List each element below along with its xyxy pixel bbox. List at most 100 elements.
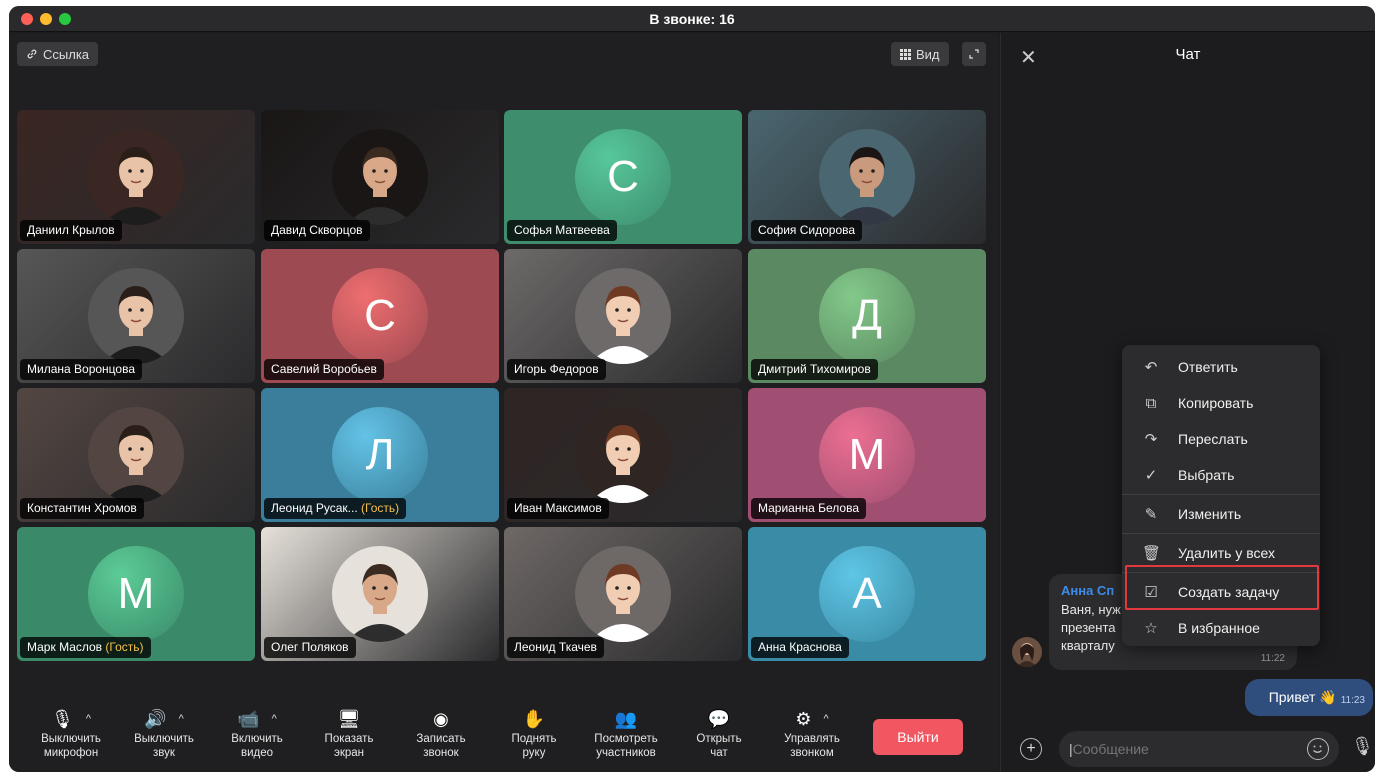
screen-label-2: экран (333, 747, 365, 759)
raise-hand-button[interactable]: ✋ Поднять руку (489, 706, 579, 760)
record-icon: ◉ (433, 709, 449, 729)
participant-name: София Сидорова (751, 220, 863, 241)
avatar-initial: С (332, 268, 428, 364)
minimize-window-button[interactable] (40, 13, 52, 25)
participant-tile[interactable]: Давид Скворцов (261, 110, 499, 244)
participant-name-text: Софья Матвеева (514, 223, 610, 237)
participant-name: Константин Хромов (20, 498, 144, 519)
participant-name: Софья Матвеева (507, 220, 617, 241)
chat-label-1: Открыть (696, 733, 742, 745)
participant-tile[interactable]: А Анна Краснова (748, 527, 986, 661)
reply-icon: ↶ (1144, 359, 1158, 376)
sound-toggle-button[interactable]: 🔊 ^ Выключить звук (119, 706, 209, 760)
participant-name-text: Давид Скворцов (271, 223, 363, 237)
menu-item-label: Переслать (1178, 431, 1248, 447)
chevron-up-icon[interactable]: ^ (179, 712, 184, 726)
manage-call-button[interactable]: ⚙ ^ Управлять звонком (767, 706, 857, 760)
participant-tile[interactable]: Леонид Ткачев (504, 527, 742, 661)
avatar-initial: Л (332, 407, 428, 503)
voice-message-icon[interactable]: 🎙 (1351, 736, 1374, 757)
record-label-2: звонок (423, 747, 459, 759)
trash-icon: 🗑 (1142, 545, 1162, 562)
menu-item-label: Удалить у всех (1178, 545, 1275, 561)
chat-title: Чат (1175, 46, 1201, 63)
participant-name-text: Леонид Русак... (271, 501, 358, 515)
chevron-up-icon[interactable]: ^ (823, 712, 828, 726)
avatar-initial: М (88, 546, 184, 642)
participant-name-text: Марк Маслов (27, 640, 103, 654)
sound-label-1: Выключить (134, 733, 194, 745)
chat-bubble-icon: 💬 (707, 709, 731, 729)
mic-label-1: Выключить (41, 733, 101, 745)
message-input-wrapper: | (1059, 731, 1339, 767)
outgoing-message[interactable]: Привет 👋 11:23 (1245, 679, 1373, 716)
record-button[interactable]: ◉ Записать звонок (396, 706, 486, 760)
hand-label-2: руку (522, 747, 546, 759)
avatar-initial: М (819, 407, 915, 503)
participant-tile[interactable]: Иван Максимов (504, 388, 742, 522)
members-label-1: Посмотреть (594, 733, 658, 745)
participant-name-text: Марианна Белова (758, 501, 859, 515)
video-toggle-button[interactable]: 📹 ^ Включить видео (212, 706, 302, 760)
hand-icon: ✋ (522, 709, 546, 729)
open-chat-button[interactable]: 💬 Открыть чат (674, 706, 764, 760)
menu-item-edit[interactable]: ✎ Изменить (1122, 496, 1320, 532)
participant-tile[interactable]: С Софья Матвеева (504, 110, 742, 244)
participant-tile[interactable]: М Марианна Белова (748, 388, 986, 522)
mic-toggle-button[interactable]: 🎙 ^ Выключить микрофон (26, 706, 116, 760)
participant-name: Олег Поляков (264, 637, 356, 658)
sound-label-2: звук (153, 747, 175, 759)
menu-item-forward[interactable]: ↷ Переслать (1122, 421, 1320, 457)
avatar (819, 129, 915, 225)
participant-tile[interactable]: Игорь Федоров (504, 249, 742, 383)
participant-name: Дмитрий Тихомиров (751, 359, 878, 380)
menu-item-star[interactable]: ☆ В избранное (1122, 610, 1320, 646)
participant-tile[interactable]: Константин Хромов (17, 388, 255, 522)
avatar (575, 407, 671, 503)
fullscreen-button[interactable] (962, 42, 986, 66)
participant-name: Игорь Федоров (507, 359, 606, 380)
participant-tile[interactable]: Даниил Крылов (17, 110, 255, 244)
menu-item-label: Ответить (1178, 359, 1238, 375)
video-stage: Ссылка Вид Даниил Крылов Давид Скворцов С С… (9, 33, 999, 772)
attach-icon[interactable]: + (1020, 738, 1042, 760)
share-screen-button[interactable]: 🖥 Показать экран (304, 706, 394, 760)
participant-tile[interactable]: С Савелий Воробьев (261, 249, 499, 383)
view-button[interactable]: Вид (891, 42, 949, 66)
participant-name: Савелий Воробьев (264, 359, 384, 380)
participant-name-text: Леонид Ткачев (514, 640, 597, 654)
leave-call-button[interactable]: Выйти (873, 719, 963, 755)
participants-button[interactable]: 👥 Посмотреть участников (581, 706, 671, 760)
participant-tile[interactable]: Д Дмитрий Тихомиров (748, 249, 986, 383)
menu-item-select[interactable]: ✓ Выбрать (1122, 457, 1320, 493)
emoji-icon[interactable] (1307, 738, 1329, 760)
participant-name: Милана Воронцова (20, 359, 142, 380)
record-label-1: Записать (416, 733, 466, 745)
link-button[interactable]: Ссылка (17, 42, 99, 66)
menu-item-label: В избранное (1178, 620, 1260, 636)
participant-name: Марк Маслов (Гость) (20, 637, 151, 658)
participant-name-text: Иван Максимов (514, 501, 602, 515)
menu-item-copy[interactable]: ⧉ Копировать (1122, 385, 1320, 421)
chevron-up-icon[interactable]: ^ (272, 712, 277, 726)
window-controls (21, 13, 71, 25)
close-window-button[interactable] (21, 13, 33, 25)
avatar (88, 268, 184, 364)
avatar-initial: А (819, 546, 915, 642)
participant-tile[interactable]: Олег Поляков (261, 527, 499, 661)
select-icon: ✓ (1144, 467, 1158, 484)
star-icon: ☆ (1144, 620, 1158, 637)
message-input[interactable] (1072, 741, 1283, 757)
avatar[interactable] (1012, 637, 1042, 667)
participant-tile[interactable]: Милана Воронцова (17, 249, 255, 383)
chevron-up-icon[interactable]: ^ (86, 712, 91, 726)
message-composer: + | 🎙 (1001, 728, 1375, 772)
participant-tile[interactable]: Л Леонид Русак... (Гость) (261, 388, 499, 522)
participant-tile[interactable]: София Сидорова (748, 110, 986, 244)
participant-tile[interactable]: М Марк Маслов (Гость) (17, 527, 255, 661)
menu-item-reply[interactable]: ↶ Ответить (1122, 349, 1320, 385)
window-title: В звонке: 16 (649, 10, 735, 27)
zoom-window-button[interactable] (59, 13, 71, 25)
menu-item-label: Изменить (1178, 506, 1242, 522)
screen-label-1: Показать (324, 733, 374, 745)
